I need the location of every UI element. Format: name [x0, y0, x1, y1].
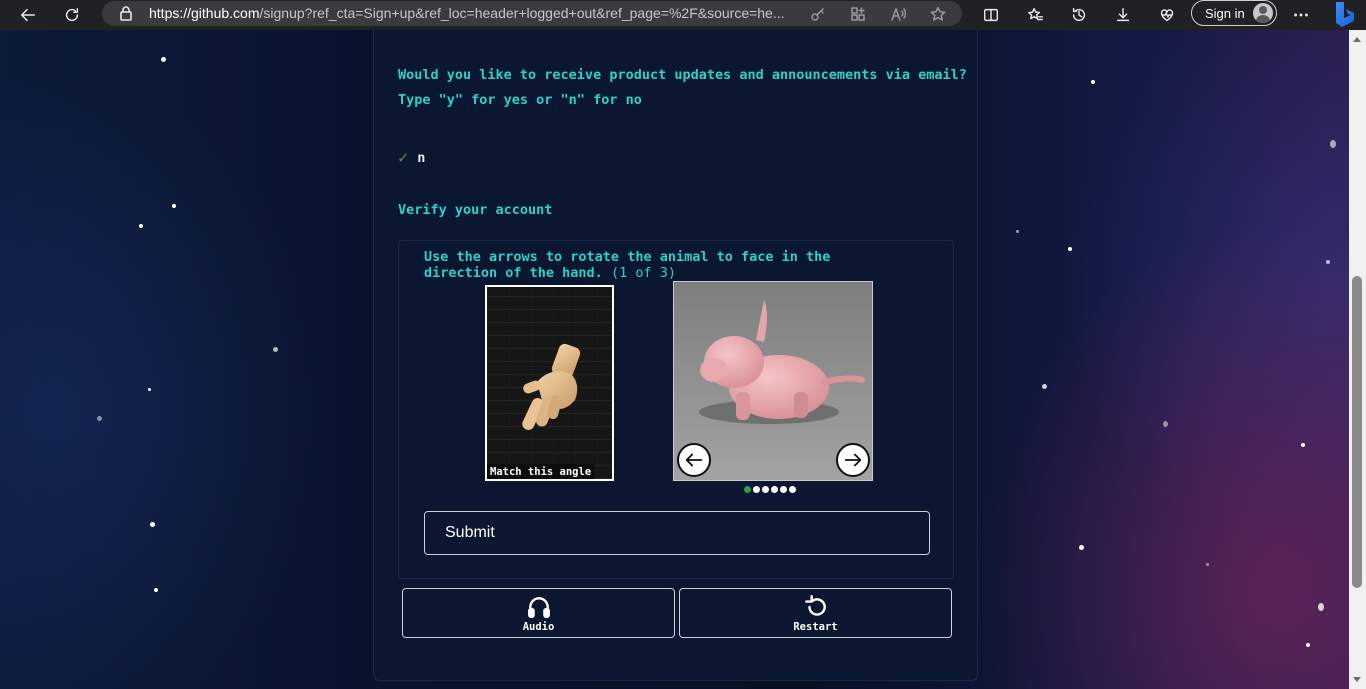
- progress-dot: [753, 486, 760, 493]
- scroll-up-icon[interactable]: [1353, 37, 1361, 42]
- captcha-widget: Use the arrows to rotate the animal to f…: [398, 240, 954, 579]
- key-icon[interactable]: [808, 4, 828, 24]
- page-scrollbar[interactable]: [1349, 30, 1366, 689]
- favorite-star-icon[interactable]: [928, 4, 948, 24]
- star: [1330, 140, 1336, 148]
- progress-dot: [771, 486, 778, 493]
- star: [154, 588, 158, 592]
- star: [1306, 643, 1310, 647]
- read-aloud-icon[interactable]: [888, 4, 908, 24]
- sign-in-label: Sign in: [1205, 5, 1245, 21]
- pointing-hand-icon: [522, 343, 581, 430]
- checkmark-icon: ✓: [398, 148, 409, 168]
- url-text[interactable]: https://github.com/signup?ref_cta=Sign+u…: [149, 5, 799, 21]
- email-updates-question: Would you like to receive product update…: [398, 63, 968, 113]
- back-icon[interactable]: [14, 3, 42, 27]
- scroll-down-icon[interactable]: [1353, 677, 1361, 682]
- progress-dot: [780, 486, 787, 493]
- bing-copilot-icon[interactable]: [1328, 0, 1358, 28]
- more-menu-icon[interactable]: [1287, 3, 1315, 27]
- scroll-thumb[interactable]: [1352, 276, 1362, 588]
- app-available-icon[interactable]: [848, 4, 868, 24]
- question-text: Would you like to receive product update…: [398, 67, 967, 83]
- verify-heading: Verify your account: [398, 202, 553, 218]
- star: [1016, 230, 1019, 233]
- audio-label: Audio: [522, 620, 555, 633]
- star: [1206, 563, 1209, 566]
- star: [1326, 260, 1330, 264]
- signup-panel: Would you like to receive product update…: [373, 30, 978, 681]
- browser-toolbar: https://github.com/signup?ref_cta=Sign+u…: [0, 0, 1366, 30]
- star: [1068, 247, 1072, 251]
- star: [1079, 545, 1084, 550]
- rotate-left-button[interactable]: [677, 443, 711, 477]
- restart-icon: [804, 594, 826, 616]
- star: [1091, 80, 1095, 84]
- page-background: Would you like to receive product update…: [0, 30, 1349, 689]
- favorites-icon[interactable]: [1021, 3, 1049, 27]
- match-angle-label: Match this angle: [487, 464, 595, 479]
- question-hint: Type "y" for yes or "n" for no: [398, 92, 642, 108]
- restart-button[interactable]: Restart: [679, 588, 952, 638]
- audio-button[interactable]: Audio: [402, 588, 675, 638]
- progress-dot: [762, 486, 769, 493]
- email-updates-answer: ✓ n: [398, 148, 425, 168]
- star: [172, 204, 176, 208]
- captcha-submit-button[interactable]: Submit: [424, 511, 930, 555]
- lock-icon[interactable]: [118, 5, 134, 26]
- sign-in-button[interactable]: Sign in: [1191, 0, 1277, 26]
- progress-dot: [789, 486, 796, 493]
- avatar: [1253, 3, 1273, 23]
- progress-dot: [744, 486, 751, 493]
- star: [1042, 384, 1047, 389]
- rotation-progress-dots: [744, 486, 796, 493]
- hand-reference-image: Match this angle: [485, 285, 614, 481]
- star: [1301, 443, 1305, 447]
- browser-essentials-icon[interactable]: [1153, 3, 1181, 27]
- star: [273, 347, 278, 352]
- downloads-icon[interactable]: [1109, 3, 1137, 27]
- star: [150, 522, 155, 527]
- rotate-right-button[interactable]: [836, 443, 870, 477]
- captcha-instruction: Use the arrows to rotate the animal to f…: [424, 249, 894, 281]
- captcha-progress: (1 of 3): [610, 265, 676, 281]
- answer-value: n: [417, 150, 426, 166]
- headphones-icon: [527, 596, 550, 618]
- history-icon[interactable]: [1065, 3, 1093, 27]
- split-screen-icon[interactable]: [977, 3, 1005, 27]
- restart-label: Restart: [793, 620, 838, 633]
- star: [161, 57, 166, 62]
- star: [97, 416, 102, 421]
- address-bar[interactable]: https://github.com/signup?ref_cta=Sign+u…: [102, 1, 962, 26]
- star: [1318, 603, 1324, 611]
- star: [139, 224, 143, 228]
- rotatable-animal-image: [673, 281, 873, 481]
- star: [148, 388, 151, 391]
- refresh-icon[interactable]: [58, 3, 86, 27]
- star: [1163, 421, 1168, 427]
